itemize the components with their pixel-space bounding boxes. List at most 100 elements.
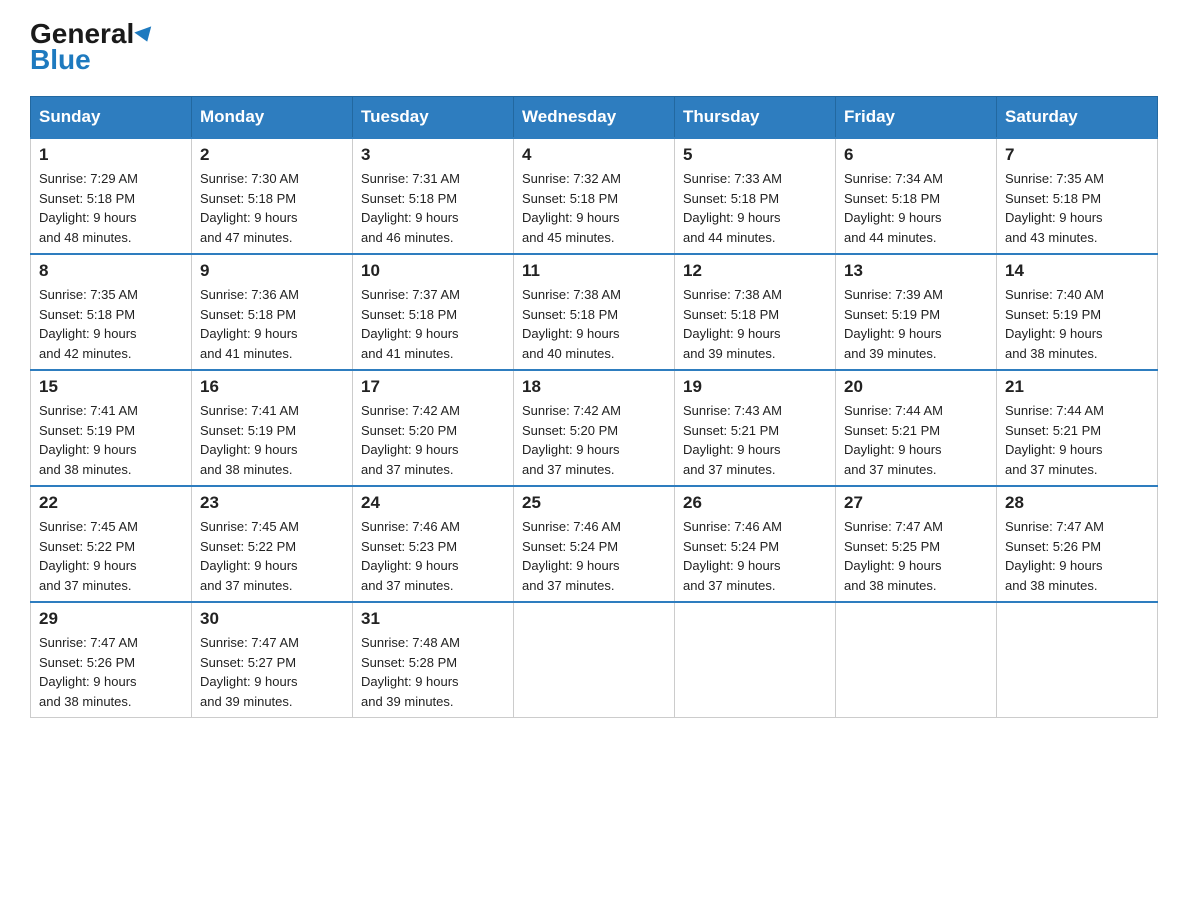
day-cell-23: 23 Sunrise: 7:45 AMSunset: 5:22 PMDayligh…	[192, 486, 353, 602]
day-cell-8: 8 Sunrise: 7:35 AMSunset: 5:18 PMDaylight…	[31, 254, 192, 370]
week-row-4: 22 Sunrise: 7:45 AMSunset: 5:22 PMDayligh…	[31, 486, 1158, 602]
day-number: 14	[1005, 261, 1149, 281]
day-cell-28: 28 Sunrise: 7:47 AMSunset: 5:26 PMDayligh…	[997, 486, 1158, 602]
day-info: Sunrise: 7:43 AMSunset: 5:21 PMDaylight:…	[683, 401, 827, 479]
day-cell-18: 18Sunrise: 7:42 AMSunset: 5:20 PMDayligh…	[514, 370, 675, 486]
day-number: 27	[844, 493, 988, 513]
week-row-3: 15 Sunrise: 7:41 AMSunset: 5:19 PMDayligh…	[31, 370, 1158, 486]
header-sunday: Sunday	[31, 97, 192, 139]
day-info: Sunrise: 7:29 AMSunset: 5:18 PMDaylight:…	[39, 169, 183, 247]
day-info: Sunrise: 7:39 AMSunset: 5:19 PMDaylight:…	[844, 285, 988, 363]
day-info: Sunrise: 7:34 AMSunset: 5:18 PMDaylight:…	[844, 169, 988, 247]
day-cell-31: 31 Sunrise: 7:48 AMSunset: 5:28 PMDayligh…	[353, 602, 514, 718]
header-monday: Monday	[192, 97, 353, 139]
day-info: Sunrise: 7:42 AMSunset: 5:20 PMDaylight:…	[522, 401, 666, 479]
header-friday: Friday	[836, 97, 997, 139]
day-info: Sunrise: 7:32 AMSunset: 5:18 PMDaylight:…	[522, 169, 666, 247]
day-info: Sunrise: 7:41 AMSunset: 5:19 PMDaylight:…	[200, 401, 344, 479]
logo: General Blue	[30, 20, 154, 76]
day-info: Sunrise: 7:47 AMSunset: 5:26 PMDaylight:…	[1005, 517, 1149, 595]
day-cell-4: 4Sunrise: 7:32 AMSunset: 5:18 PMDaylight…	[514, 138, 675, 254]
day-cell-17: 17Sunrise: 7:42 AMSunset: 5:20 PMDayligh…	[353, 370, 514, 486]
day-number: 15	[39, 377, 183, 397]
day-cell-16: 16 Sunrise: 7:41 AMSunset: 5:19 PMDayligh…	[192, 370, 353, 486]
day-number: 8	[39, 261, 183, 281]
days-of-week-row: SundayMondayTuesdayWednesdayThursdayFrid…	[31, 97, 1158, 139]
day-number: 20	[844, 377, 988, 397]
day-info: Sunrise: 7:45 AMSunset: 5:22 PMDaylight:…	[39, 517, 183, 595]
day-number: 12	[683, 261, 827, 281]
day-number: 31	[361, 609, 505, 629]
day-number: 3	[361, 145, 505, 165]
day-number: 1	[39, 145, 183, 165]
empty-cell	[997, 602, 1158, 718]
day-cell-24: 24 Sunrise: 7:46 AMSunset: 5:23 PMDayligh…	[353, 486, 514, 602]
day-number: 26	[683, 493, 827, 513]
calendar-body: 1 Sunrise: 7:29 AMSunset: 5:18 PMDaylight…	[31, 138, 1158, 718]
day-cell-13: 13Sunrise: 7:39 AMSunset: 5:19 PMDayligh…	[836, 254, 997, 370]
day-info: Sunrise: 7:37 AMSunset: 5:18 PMDaylight:…	[361, 285, 505, 363]
empty-cell	[836, 602, 997, 718]
header-thursday: Thursday	[675, 97, 836, 139]
day-cell-11: 11Sunrise: 7:38 AMSunset: 5:18 PMDayligh…	[514, 254, 675, 370]
day-number: 22	[39, 493, 183, 513]
day-number: 24	[361, 493, 505, 513]
day-cell-20: 20 Sunrise: 7:44 AMSunset: 5:21 PMDayligh…	[836, 370, 997, 486]
week-row-2: 8 Sunrise: 7:35 AMSunset: 5:18 PMDaylight…	[31, 254, 1158, 370]
day-number: 16	[200, 377, 344, 397]
week-row-1: 1 Sunrise: 7:29 AMSunset: 5:18 PMDaylight…	[31, 138, 1158, 254]
day-info: Sunrise: 7:46 AMSunset: 5:23 PMDaylight:…	[361, 517, 505, 595]
week-row-5: 29 Sunrise: 7:47 AMSunset: 5:26 PMDayligh…	[31, 602, 1158, 718]
day-number: 28	[1005, 493, 1149, 513]
header-wednesday: Wednesday	[514, 97, 675, 139]
day-number: 2	[200, 145, 344, 165]
day-info: Sunrise: 7:35 AMSunset: 5:18 PMDaylight:…	[1005, 169, 1149, 247]
day-info: Sunrise: 7:48 AMSunset: 5:28 PMDaylight:…	[361, 633, 505, 711]
page-header: General Blue	[30, 20, 1158, 76]
day-info: Sunrise: 7:30 AMSunset: 5:18 PMDaylight:…	[200, 169, 344, 247]
day-number: 17	[361, 377, 505, 397]
day-cell-15: 15Sunrise: 7:41 AMSunset: 5:19 PMDayligh…	[31, 370, 192, 486]
day-number: 5	[683, 145, 827, 165]
day-cell-12: 12 Sunrise: 7:38 AMSunset: 5:18 PMDayligh…	[675, 254, 836, 370]
day-cell-2: 2 Sunrise: 7:30 AMSunset: 5:18 PMDaylight…	[192, 138, 353, 254]
day-cell-6: 6 Sunrise: 7:34 AMSunset: 5:18 PMDaylight…	[836, 138, 997, 254]
day-cell-25: 25 Sunrise: 7:46 AMSunset: 5:24 PMDayligh…	[514, 486, 675, 602]
day-cell-29: 29 Sunrise: 7:47 AMSunset: 5:26 PMDayligh…	[31, 602, 192, 718]
day-cell-3: 3Sunrise: 7:31 AMSunset: 5:18 PMDaylight…	[353, 138, 514, 254]
day-info: Sunrise: 7:47 AMSunset: 5:26 PMDaylight:…	[39, 633, 183, 711]
header-tuesday: Tuesday	[353, 97, 514, 139]
day-cell-10: 10 Sunrise: 7:37 AMSunset: 5:18 PMDayligh…	[353, 254, 514, 370]
logo-blue-text: Blue	[30, 44, 91, 76]
day-cell-26: 26 Sunrise: 7:46 AMSunset: 5:24 PMDayligh…	[675, 486, 836, 602]
day-cell-5: 5Sunrise: 7:33 AMSunset: 5:18 PMDaylight…	[675, 138, 836, 254]
day-cell-21: 21Sunrise: 7:44 AMSunset: 5:21 PMDayligh…	[997, 370, 1158, 486]
day-cell-22: 22 Sunrise: 7:45 AMSunset: 5:22 PMDayligh…	[31, 486, 192, 602]
day-info: Sunrise: 7:40 AMSunset: 5:19 PMDaylight:…	[1005, 285, 1149, 363]
day-info: Sunrise: 7:46 AMSunset: 5:24 PMDaylight:…	[522, 517, 666, 595]
day-number: 10	[361, 261, 505, 281]
day-number: 25	[522, 493, 666, 513]
calendar-header: SundayMondayTuesdayWednesdayThursdayFrid…	[31, 97, 1158, 139]
day-cell-19: 19Sunrise: 7:43 AMSunset: 5:21 PMDayligh…	[675, 370, 836, 486]
day-cell-9: 9 Sunrise: 7:36 AMSunset: 5:18 PMDaylight…	[192, 254, 353, 370]
day-cell-27: 27 Sunrise: 7:47 AMSunset: 5:25 PMDayligh…	[836, 486, 997, 602]
day-number: 6	[844, 145, 988, 165]
day-info: Sunrise: 7:44 AMSunset: 5:21 PMDaylight:…	[844, 401, 988, 479]
day-number: 9	[200, 261, 344, 281]
logo-triangle-icon	[135, 26, 156, 44]
day-number: 7	[1005, 145, 1149, 165]
day-number: 23	[200, 493, 344, 513]
day-info: Sunrise: 7:46 AMSunset: 5:24 PMDaylight:…	[683, 517, 827, 595]
header-saturday: Saturday	[997, 97, 1158, 139]
day-cell-14: 14 Sunrise: 7:40 AMSunset: 5:19 PMDayligh…	[997, 254, 1158, 370]
empty-cell	[514, 602, 675, 718]
day-info: Sunrise: 7:38 AMSunset: 5:18 PMDaylight:…	[683, 285, 827, 363]
day-info: Sunrise: 7:35 AMSunset: 5:18 PMDaylight:…	[39, 285, 183, 363]
day-info: Sunrise: 7:47 AMSunset: 5:25 PMDaylight:…	[844, 517, 988, 595]
day-number: 30	[200, 609, 344, 629]
day-info: Sunrise: 7:47 AMSunset: 5:27 PMDaylight:…	[200, 633, 344, 711]
day-info: Sunrise: 7:45 AMSunset: 5:22 PMDaylight:…	[200, 517, 344, 595]
day-number: 29	[39, 609, 183, 629]
day-info: Sunrise: 7:36 AMSunset: 5:18 PMDaylight:…	[200, 285, 344, 363]
